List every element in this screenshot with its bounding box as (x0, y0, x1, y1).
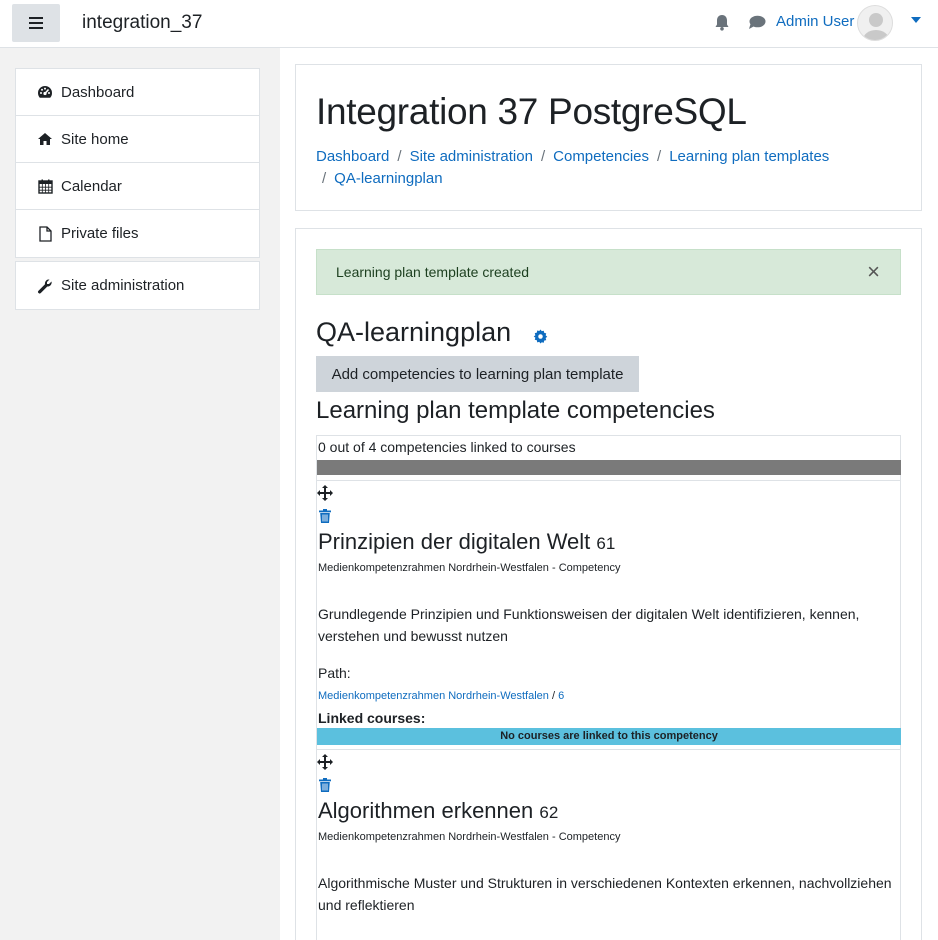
nav-drawer: Dashboard Site home Calendar Private fil… (0, 48, 280, 940)
user-menu-name[interactable]: Admin User (776, 13, 854, 30)
breadcrumb-separator: / (540, 148, 546, 165)
site-name[interactable]: integration_37 (82, 12, 202, 34)
close-icon[interactable]: × (867, 261, 880, 283)
competency-item: Algorithmen erkennen 62 Medienkompetenzr… (317, 754, 901, 940)
main-region: Integration 37 PostgreSQL Dashboard / Site… (280, 48, 938, 940)
avatar-icon (858, 6, 892, 40)
competency-id: 62 (539, 803, 559, 822)
sidebar-item-site-administration[interactable]: Site administration (16, 262, 259, 309)
home-icon (36, 132, 54, 146)
avatar[interactable] (857, 5, 893, 41)
sidebar-item-label: Site home (61, 130, 129, 148)
breadcrumb-separator: / (397, 148, 402, 165)
sidebar-item-label: Calendar (61, 177, 122, 195)
move-icon[interactable] (317, 485, 333, 506)
section-title: Learning plan template competencies (316, 397, 715, 424)
divider (317, 749, 901, 750)
linked-count-text: 0 out of 4 competencies linked to course… (318, 439, 576, 455)
breadcrumb-separator: / (657, 148, 662, 165)
sidebar-item-label: Site administration (61, 277, 185, 294)
competency-framework: Medienkompetenzrahmen Nordrhein-Westfale… (318, 831, 621, 843)
competency-name-text: Prinzipien der digitalen Welt (318, 529, 591, 554)
tachometer-icon (36, 85, 54, 99)
gear-icon[interactable] (533, 329, 548, 349)
sidebar-item-label: Private files (61, 225, 139, 242)
wrench-icon (36, 278, 54, 294)
caret-down-icon[interactable] (911, 17, 921, 23)
content-card: Learning plan template created × QA-lear… (295, 228, 922, 940)
menu-toggle-button[interactable] (12, 4, 60, 42)
breadcrumb-item-learning-plan-templates[interactable]: Learning plan templates (669, 148, 829, 165)
competency-path: Medienkompetenzrahmen Nordrhein-Westfale… (318, 690, 564, 702)
sidebar-item-site-home[interactable]: Site home (16, 116, 259, 163)
competency-description: Algorithmische Muster und Strukturen in … (318, 875, 892, 913)
nav-main-group: Dashboard Site home Calendar Private fil… (15, 68, 260, 258)
path-label: Path: (318, 665, 351, 681)
path-separator: / (551, 690, 556, 702)
nav-admin-group: Site administration (15, 261, 260, 310)
breadcrumb-item-site-administration[interactable]: Site administration (410, 148, 533, 165)
divider (317, 480, 901, 481)
competencies-list: 0 out of 4 competencies linked to course… (316, 435, 901, 940)
competency-name-text: Algorithmen erkennen (318, 798, 534, 823)
trash-icon[interactable] (319, 778, 331, 797)
menu-icon (29, 17, 43, 29)
page-title: Integration 37 PostgreSQL (316, 91, 747, 132)
plan-title: QA-learningplan (316, 317, 512, 347)
move-icon[interactable] (317, 754, 333, 775)
sidebar-item-dashboard[interactable]: Dashboard (16, 69, 259, 116)
breadcrumb-item-competencies[interactable]: Competencies (553, 148, 649, 165)
success-alert: Learning plan template created × (316, 249, 901, 295)
competency-description: Grundlegende Prinzipien und Funktionswei… (318, 606, 860, 644)
chat-icon[interactable] (748, 15, 766, 35)
bell-icon[interactable] (714, 14, 730, 36)
breadcrumb-item-dashboard[interactable]: Dashboard (316, 148, 389, 165)
file-icon (36, 225, 54, 242)
no-courses-notice: No courses are linked to this competency (317, 728, 901, 745)
competency-id: 61 (596, 534, 616, 553)
top-navbar: integration_37 Admin User (0, 0, 938, 48)
add-competencies-button[interactable]: Add competencies to learning plan templa… (316, 356, 639, 392)
competency-name: Prinzipien der digitalen Welt 61 (318, 529, 615, 555)
breadcrumb: Dashboard / Site administration / Competenci… (316, 146, 906, 190)
competency-item: Prinzipien der digitalen Welt 61 Medienk… (317, 485, 901, 750)
competency-name: Algorithmen erkennen 62 (318, 798, 558, 824)
path-framework-link[interactable]: Medienkompetenzrahmen Nordrhein-Westfale… (318, 690, 549, 702)
path-number-link[interactable]: 6 (558, 690, 564, 702)
linked-progress-bar (317, 460, 901, 475)
sidebar-item-private-files[interactable]: Private files (16, 210, 259, 257)
alert-message: Learning plan template created (336, 264, 530, 280)
trash-icon[interactable] (319, 509, 331, 528)
calendar-icon (36, 179, 54, 194)
linked-courses-label: Linked courses: (318, 710, 426, 726)
page-header-card: Integration 37 PostgreSQL Dashboard / Site… (295, 64, 922, 211)
sidebar-item-label: Dashboard (61, 83, 135, 101)
breadcrumb-item-qa-learningplan[interactable]: QA-learningplan (334, 170, 442, 187)
competency-framework: Medienkompetenzrahmen Nordrhein-Westfale… (318, 562, 621, 574)
sidebar-item-calendar[interactable]: Calendar (16, 163, 259, 210)
breadcrumb-separator: / (322, 170, 327, 187)
